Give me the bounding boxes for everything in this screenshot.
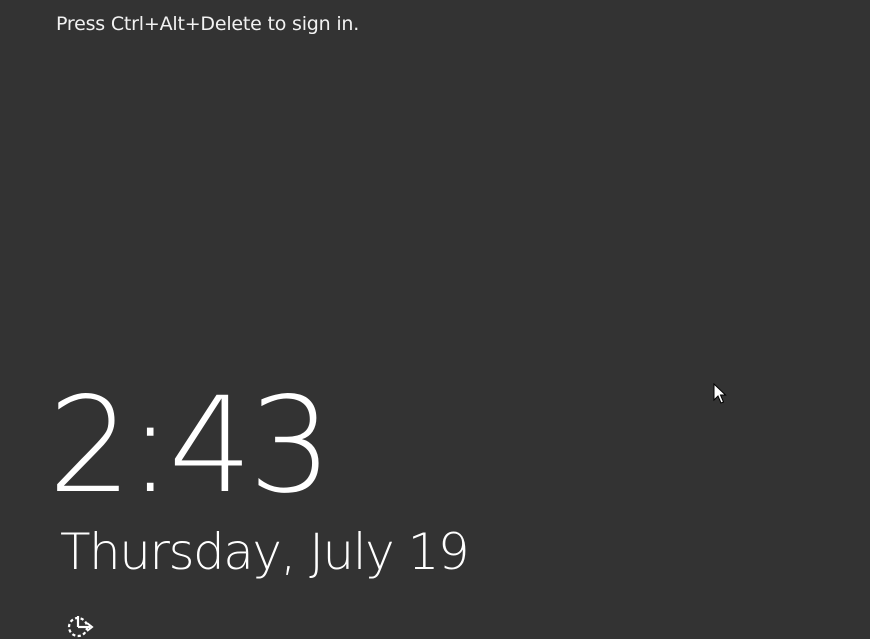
ease-of-access-icon <box>67 616 94 638</box>
clock-date: Thursday, July 19 <box>60 523 470 581</box>
mouse-pointer-icon <box>713 383 727 404</box>
ease-of-access-button[interactable] <box>66 615 94 639</box>
sign-in-prompt: Press Ctrl+Alt+Delete to sign in. <box>56 13 360 35</box>
clock-time: 2:43 <box>48 369 332 523</box>
lock-screen[interactable]: Press Ctrl+Alt+Delete to sign in. 2:43 T… <box>0 0 870 639</box>
